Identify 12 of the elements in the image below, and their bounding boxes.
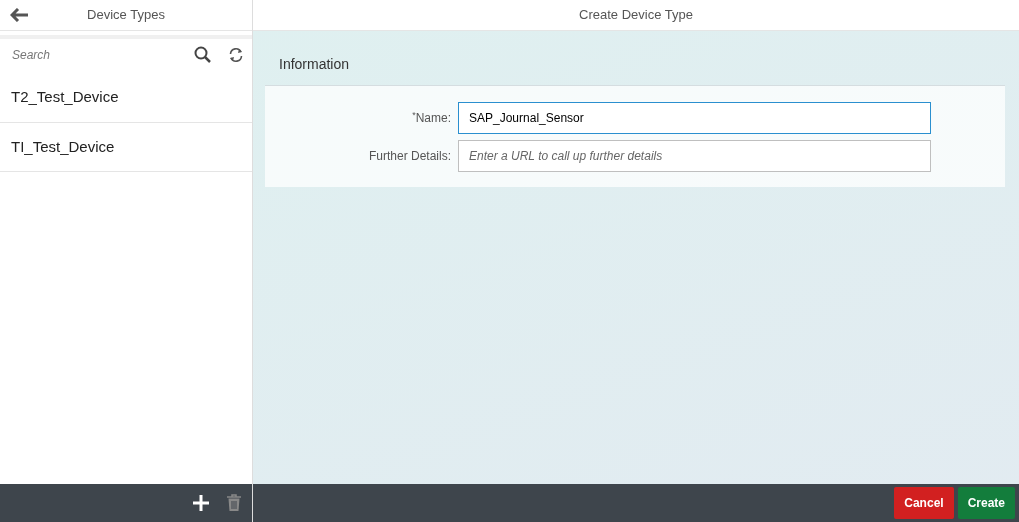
page-title: Create Device Type [579,6,693,25]
field-label: $^{*}$Name: [411,109,452,127]
create-button[interactable]: Create [957,487,1015,519]
field-label: Further Details: [367,148,452,165]
cancel-button[interactable]: Cancel [894,487,954,519]
pane-title: Device Types [86,6,166,25]
refresh-icon[interactable] [228,47,244,63]
back-arrow-icon [10,8,30,22]
section-title: Information [278,55,351,74]
search-icon[interactable] [194,46,212,64]
input-field[interactable]: SAP_Journal_Sensor [458,102,931,134]
input-field[interactable]: Enter a URL to call up further details [458,140,931,172]
